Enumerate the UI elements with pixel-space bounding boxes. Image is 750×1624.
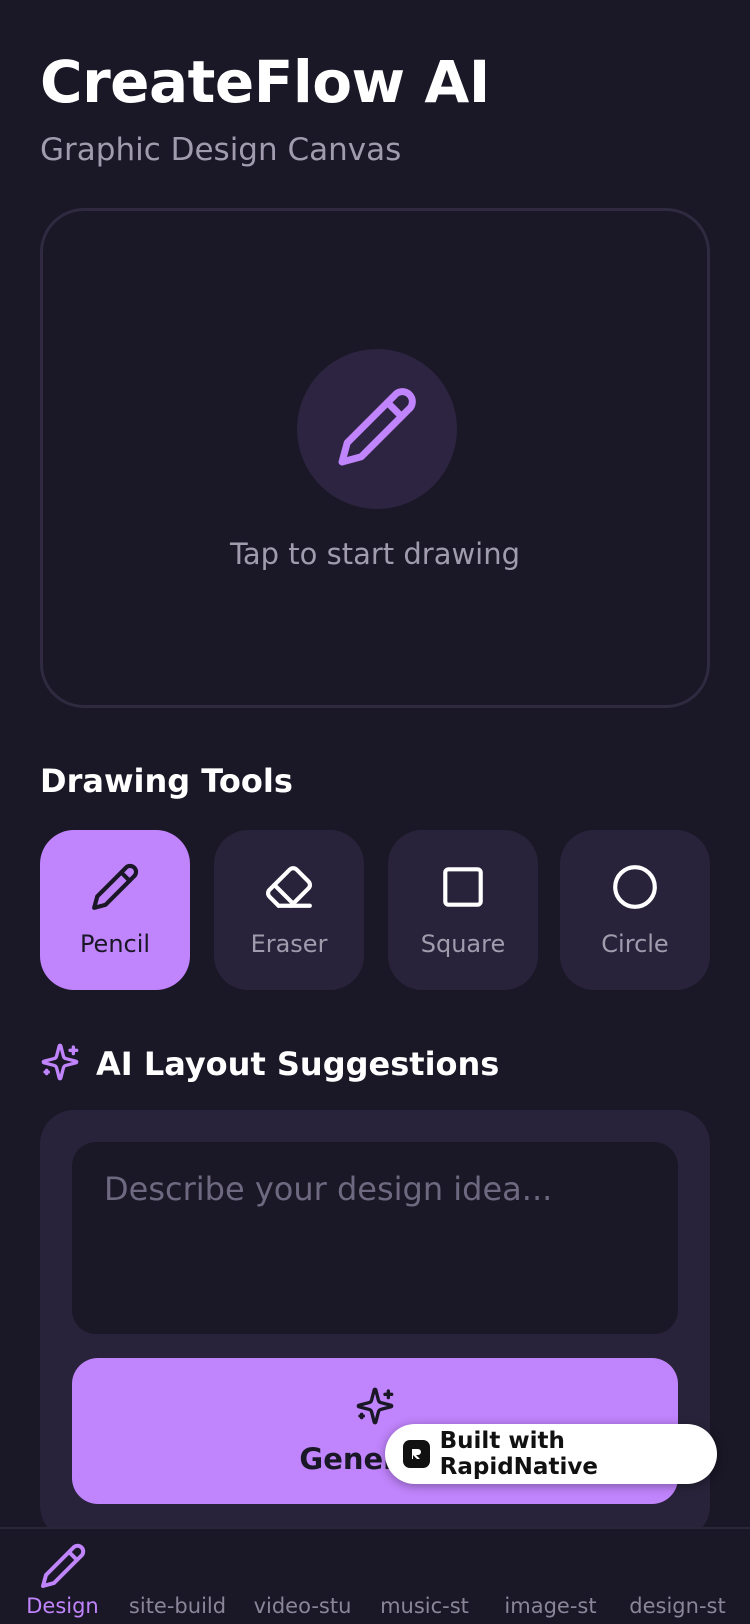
sparkles-icon xyxy=(40,1042,80,1086)
pencil-icon xyxy=(39,1541,87,1591)
tool-label: Circle xyxy=(601,930,669,958)
eraser-icon xyxy=(264,862,314,916)
pencil-icon xyxy=(335,385,419,473)
rapidnative-badge[interactable]: Built with RapidNative xyxy=(385,1424,717,1484)
canvas-hint: Tap to start drawing xyxy=(229,537,521,571)
tab-label: design-st xyxy=(629,1594,726,1618)
drawing-tools-title: Drawing Tools xyxy=(40,762,293,800)
canvas-start-button[interactable] xyxy=(297,349,457,509)
tool-square[interactable]: Square xyxy=(388,830,538,990)
pencil-icon xyxy=(90,862,140,916)
drawing-tools: Pencil Eraser Square Circle xyxy=(40,830,710,990)
tool-pencil[interactable]: Pencil xyxy=(40,830,190,990)
tab-music-studio[interactable]: music-st xyxy=(362,1529,487,1624)
tab-label: video-stu xyxy=(253,1594,352,1618)
tab-label: music-st xyxy=(380,1594,469,1618)
tool-eraser[interactable]: Eraser xyxy=(214,830,364,990)
tab-design-studio[interactable]: design-st xyxy=(615,1529,740,1624)
tool-circle[interactable]: Circle xyxy=(560,830,710,990)
tool-label: Square xyxy=(420,930,506,958)
tab-label: site-build xyxy=(128,1594,227,1618)
tab-label: Design xyxy=(26,1594,99,1618)
design-idea-input[interactable] xyxy=(72,1142,678,1334)
app-subtitle: Graphic Design Canvas xyxy=(40,132,402,168)
ai-suggestions-header: AI Layout Suggestions xyxy=(40,1042,499,1086)
tab-video-studio[interactable]: video-stu xyxy=(240,1529,365,1624)
sparkles-icon xyxy=(355,1386,395,1430)
tab-label: image-st xyxy=(504,1594,597,1618)
app-title: CreateFlow AI xyxy=(40,48,490,116)
rapidnative-logo-icon xyxy=(403,1440,430,1468)
ai-suggestions-title: AI Layout Suggestions xyxy=(96,1045,500,1083)
tab-design[interactable]: Design xyxy=(0,1529,125,1624)
bottom-tab-bar: Design site-build video-stu music-st ima… xyxy=(0,1527,750,1624)
badge-text: Built with RapidNative xyxy=(439,1428,598,1480)
drawing-canvas[interactable]: Tap to start drawing xyxy=(40,208,710,708)
tool-label: Pencil xyxy=(79,930,151,958)
square-icon xyxy=(438,862,488,916)
tab-site-build[interactable]: site-build xyxy=(115,1529,240,1624)
tool-label: Eraser xyxy=(250,930,328,958)
tab-image-studio[interactable]: image-st xyxy=(488,1529,613,1624)
circle-icon xyxy=(610,862,660,916)
